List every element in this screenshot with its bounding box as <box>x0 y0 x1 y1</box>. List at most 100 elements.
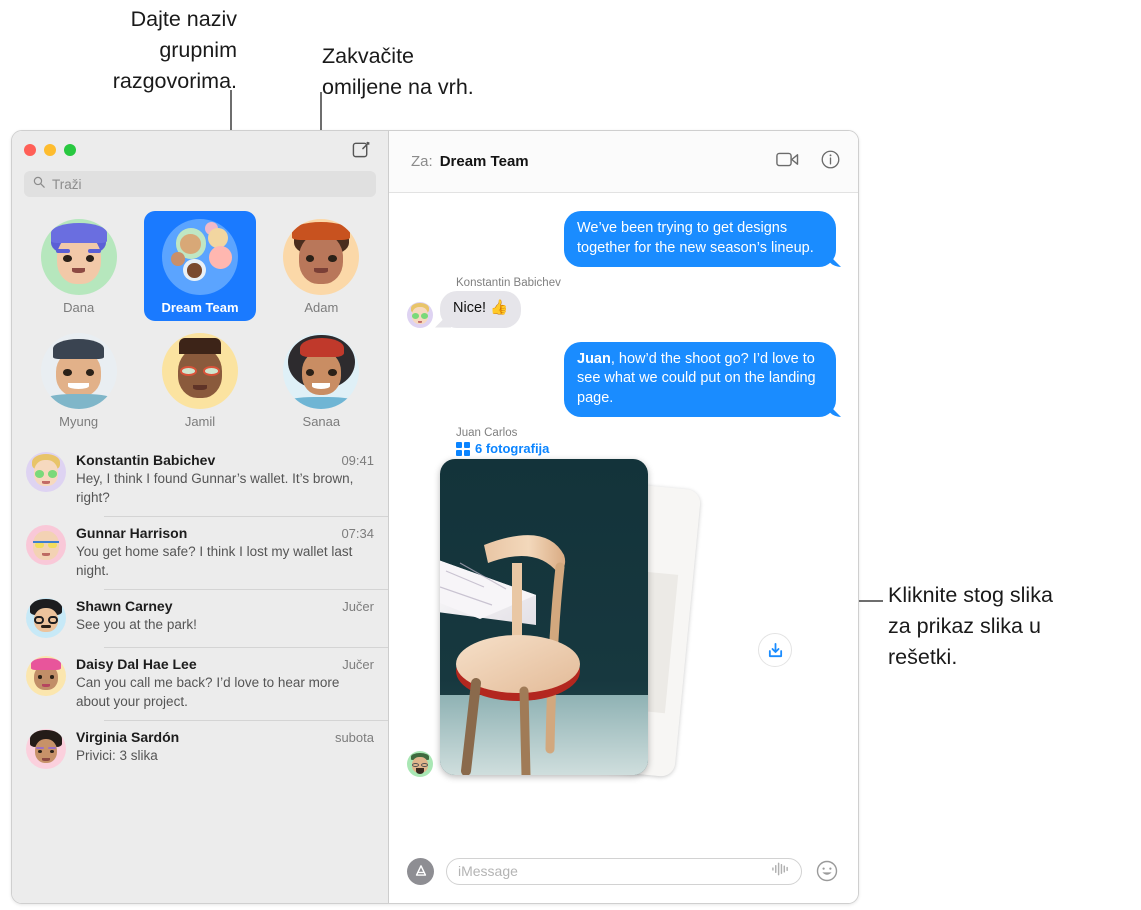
messages-window: Traži Dana Dream Team Adam Myung Jamil S… <box>11 130 859 904</box>
search-container: Traži <box>12 168 388 207</box>
minimize-button[interactable] <box>44 143 56 156</box>
message-sender-name: Konstantin Babichev <box>456 277 561 289</box>
window-titlebar <box>12 131 388 168</box>
conversation-list: Konstantin Babichev 09:41 Hey, I think I… <box>12 441 388 903</box>
message-row-outgoing: Juan, how’d the shoot go? I’d love to se… <box>407 341 836 417</box>
search-input[interactable]: Traži <box>24 171 376 197</box>
photo-front <box>440 459 648 775</box>
conversation-body: Shawn Carney Jučer See you at the park! <box>76 598 374 638</box>
photo-stack-row <box>407 459 836 781</box>
attachment-group: Juan Carlos 6 fotografija <box>407 427 836 781</box>
pinned-item-label: Myung <box>59 414 99 429</box>
message-bubble[interactable]: Juan, how’d the shoot go? I’d love to se… <box>564 341 836 417</box>
conversation-pane: Za: Dream Team We’ve been trying to get … <box>389 131 858 903</box>
conversation-body: Gunnar Harrison 07:34 You get home safe?… <box>76 525 374 580</box>
avatar <box>40 219 117 295</box>
download-icon[interactable] <box>758 633 792 667</box>
callout-photo-stack: Kliknite stog slika za prikaz slika u re… <box>888 583 1053 669</box>
callout-group-name: Dajte naziv grupnim razgovorima. <box>112 7 237 93</box>
conversation-row[interactable]: Konstantin Babichev 09:41 Hey, I think I… <box>12 443 388 516</box>
conversation-row[interactable]: Shawn Carney Jučer See you at the park! <box>12 589 388 647</box>
conversation-name: Daisy Dal Hae Lee <box>76 656 197 672</box>
conversation-row[interactable]: Virginia Sardón subota Privici: 3 slika <box>12 720 388 778</box>
smiley-icon[interactable] <box>814 858 840 884</box>
pinned-item-myung[interactable]: Myung <box>23 325 135 435</box>
conversation-body: Virginia Sardón subota Privici: 3 slika <box>76 729 374 769</box>
message-group-incoming: Konstantin Babichev Nice! 👍 <box>407 277 836 328</box>
audio-waveform-icon[interactable] <box>771 861 790 882</box>
pinned-item-dream-team[interactable]: Dream Team <box>143 211 256 321</box>
conversation-preview: Privici: 3 slika <box>76 748 158 763</box>
message-row-outgoing: We’ve been trying to get designs togethe… <box>407 211 836 267</box>
conversation-header: Za: Dream Team <box>389 131 858 193</box>
avatar <box>26 525 66 565</box>
attachment-header: Juan Carlos 6 fotografija <box>456 427 836 456</box>
conversation-name: Konstantin Babichev <box>76 452 216 468</box>
conversation-body: Konstantin Babichev 09:41 Hey, I think I… <box>76 452 374 507</box>
zoom-button[interactable] <box>64 143 76 156</box>
avatar <box>283 333 360 409</box>
grid-icon <box>456 441 470 456</box>
sidebar: Traži Dana Dream Team Adam Myung Jamil S… <box>12 131 389 903</box>
conversation-time: subota <box>334 730 374 745</box>
info-circle-icon[interactable] <box>821 150 840 174</box>
avatar <box>26 452 66 492</box>
conversation-row[interactable]: Gunnar Harrison 07:34 You get home safe?… <box>12 516 388 589</box>
conversation-preview: Hey, I think I found Gunnar’s wallet. It… <box>76 471 354 505</box>
avatar <box>26 656 66 696</box>
video-camera-icon[interactable] <box>776 151 799 173</box>
avatar <box>407 751 433 777</box>
to-label: Za: <box>411 153 433 170</box>
conversation-row[interactable]: Daisy Dal Hae Lee Jučer Can you call me … <box>12 647 388 720</box>
message-bubble[interactable]: Nice! 👍 <box>440 291 522 328</box>
pinned-item-jamil[interactable]: Jamil <box>144 325 256 435</box>
screenshot-stage: Dajte naziv grupnim razgovorima. Zakvači… <box>0 0 1141 910</box>
search-icon <box>33 175 45 193</box>
conversation-preview: You get home safe? I think I lost my wal… <box>76 544 353 578</box>
imessage-placeholder: iMessage <box>458 863 518 879</box>
pinned-conversations: Dana Dream Team Adam Myung Jamil Sanaa <box>12 207 388 441</box>
pinned-item-sanaa[interactable]: Sanaa <box>265 325 377 435</box>
header-actions <box>776 150 840 174</box>
pinned-item-label: Dana <box>63 300 95 315</box>
conversation-preview: See you at the park! <box>76 617 197 632</box>
avatar <box>283 219 360 295</box>
message-thread: We’ve been trying to get designs togethe… <box>389 193 858 845</box>
avatar <box>26 598 66 638</box>
imessage-input[interactable]: iMessage <box>446 857 802 885</box>
pinned-item-label: Sanaa <box>302 414 341 429</box>
traffic-lights <box>24 143 76 156</box>
compose-icon[interactable] <box>350 139 372 161</box>
photo-count-label: 6 fotografija <box>475 441 550 456</box>
app-store-icon[interactable] <box>407 857 434 885</box>
conversation-time: Jučer <box>342 657 374 672</box>
pinned-item-adam[interactable]: Adam <box>265 211 377 321</box>
photo-count-link[interactable]: 6 fotografija <box>456 441 836 456</box>
message-bubble[interactable]: We’ve been trying to get designs togethe… <box>564 211 836 267</box>
avatar <box>407 301 433 328</box>
message-text: , how’d the shoot go? I’d love to see wh… <box>577 350 816 406</box>
conversation-name: Shawn Carney <box>76 598 173 614</box>
pinned-item-dana[interactable]: Dana <box>23 211 135 321</box>
recipient-name[interactable]: Dream Team <box>440 153 529 170</box>
avatar <box>161 333 238 409</box>
conversation-time: Jučer <box>342 599 374 614</box>
conversation-time: 07:34 <box>341 526 374 541</box>
conversation-preview: Can you call me back? I’d love to hear m… <box>76 675 340 709</box>
pinned-item-label: Jamil <box>184 414 216 429</box>
callout-pin-favorites: Zakvačite omiljene na vrh. <box>322 44 474 99</box>
conversation-body: Daisy Dal Hae Lee Jučer Can you call me … <box>76 656 374 711</box>
pinned-item-label: Dream Team <box>161 300 239 315</box>
close-button[interactable] <box>24 143 36 156</box>
photo-stack[interactable] <box>440 459 702 781</box>
conversation-time: 09:41 <box>341 453 374 468</box>
message-composer: iMessage <box>389 845 858 903</box>
conversation-name: Virginia Sardón <box>76 729 180 745</box>
message-row-incoming: Nice! 👍 <box>407 291 836 328</box>
conversation-name: Gunnar Harrison <box>76 525 188 541</box>
attachment-sender-name: Juan Carlos <box>456 427 518 439</box>
avatar-group <box>161 219 238 295</box>
avatar <box>26 729 66 769</box>
search-placeholder: Traži <box>52 176 82 192</box>
pinned-item-label: Adam <box>304 300 339 315</box>
